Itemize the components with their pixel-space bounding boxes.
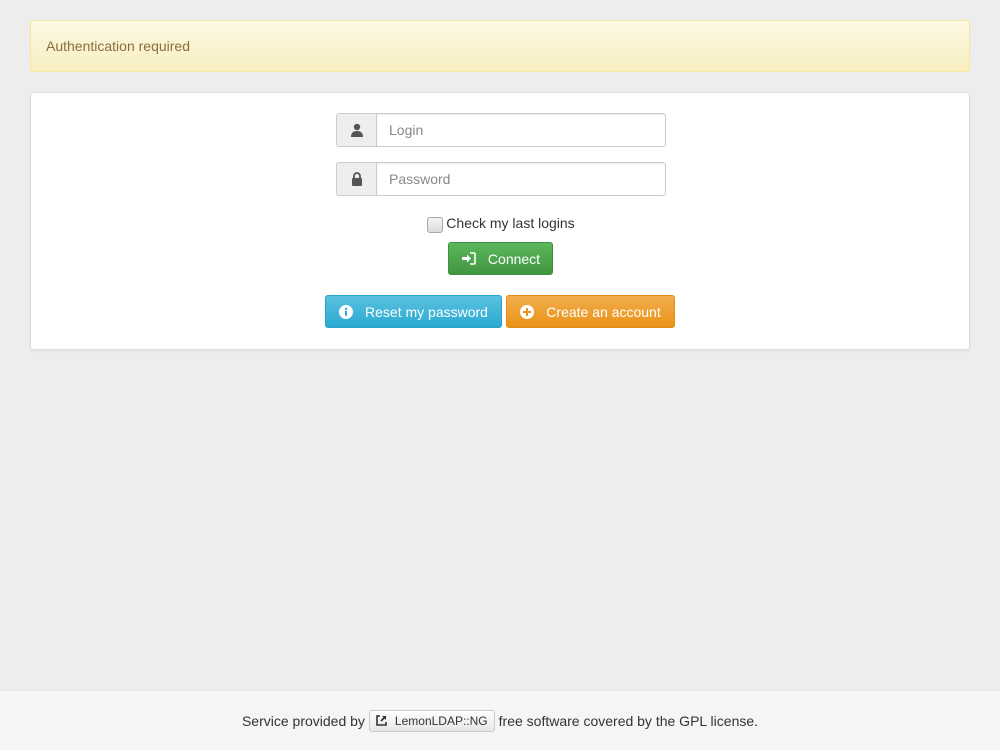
login-panel: Check my last logins Connect Reset my pa… — [30, 92, 970, 350]
auth-required-alert: Authentication required — [30, 20, 970, 72]
password-input-group — [336, 162, 666, 196]
remember-checkbox[interactable] — [427, 217, 444, 233]
lemonldap-link[interactable]: LemonLDAP::NG — [368, 709, 495, 732]
plus-circle-icon — [520, 304, 535, 319]
info-icon — [339, 304, 354, 319]
user-icon — [336, 113, 376, 147]
lemonldap-link-label: LemonLDAP::NG — [394, 713, 488, 728]
external-link-icon — [376, 715, 387, 726]
login-input-group — [336, 113, 666, 147]
create-account-label: Create an account — [546, 303, 661, 320]
footer: Service provided by LemonLDAP::NG free s… — [0, 690, 1000, 750]
footer-suffix: free software covered by the GPL license… — [498, 712, 759, 729]
footer-prefix: Service provided by — [241, 712, 365, 729]
alert-text: Authentication required — [46, 38, 190, 54]
reset-password-button[interactable]: Reset my password — [325, 295, 502, 328]
sign-in-icon — [461, 252, 476, 265]
password-input[interactable] — [376, 162, 666, 196]
create-account-button[interactable]: Create an account — [506, 295, 675, 328]
remember-row: Check my last logins — [31, 213, 971, 233]
lock-icon — [336, 162, 376, 196]
login-page: Authentication required Check — [0, 0, 1000, 750]
connect-label: Connect — [487, 250, 541, 267]
reset-password-label: Reset my password — [365, 303, 488, 320]
remember-label[interactable]: Check my last logins — [446, 215, 574, 231]
login-input[interactable] — [376, 113, 666, 147]
connect-button[interactable]: Connect — [448, 242, 553, 275]
